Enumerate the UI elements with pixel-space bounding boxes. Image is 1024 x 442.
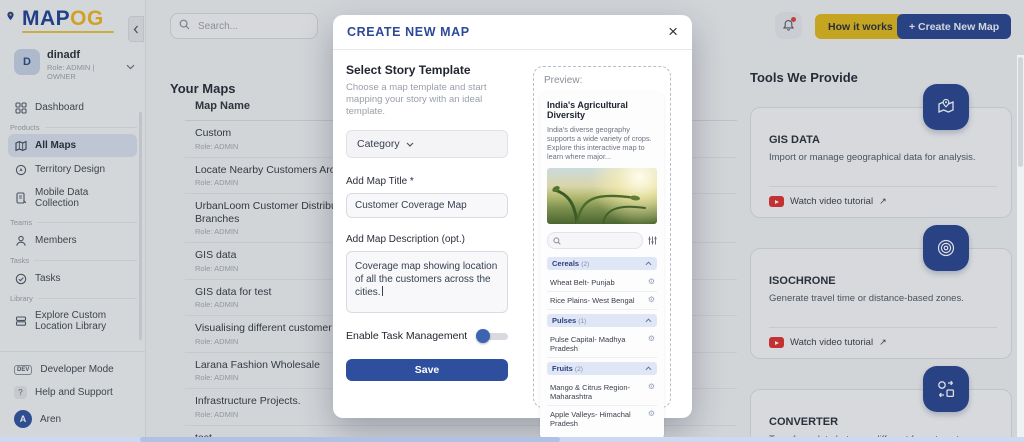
preview-list-item[interactable]: Apple Valleys- Himachal Pradesh ⚙ bbox=[547, 406, 657, 432]
preview-list-item[interactable]: Rice Plains- West Bengal ⚙ bbox=[547, 292, 657, 310]
text-caret bbox=[381, 286, 383, 296]
item-label: Wheat Belt- Punjab bbox=[550, 278, 615, 287]
save-button[interactable]: Save bbox=[346, 359, 508, 381]
search-icon bbox=[553, 236, 561, 245]
task-management-label: Enable Task Management bbox=[346, 330, 468, 342]
preview-list-item[interactable]: Pulse Capital- Madhya Pradesh ⚙ bbox=[547, 331, 657, 358]
item-label: Rice Plains- West Bengal bbox=[550, 296, 635, 305]
preview-search-row bbox=[547, 232, 657, 249]
section-name: Pulses (1) bbox=[552, 316, 587, 325]
preview-card-description: India's diverse geography supports a wid… bbox=[547, 125, 652, 161]
section-count: (1) bbox=[578, 318, 587, 325]
chevron-up-icon bbox=[645, 261, 652, 266]
map-description-input[interactable]: Coverage map showing location of all the… bbox=[346, 251, 508, 313]
preview-section-header-pulses[interactable]: Pulses (1) bbox=[547, 314, 657, 327]
map-description-label: Add Map Description (opt.) bbox=[346, 234, 465, 245]
preview-list-item[interactable]: Wheat Belt- Punjab ⚙ bbox=[547, 274, 657, 292]
section-name: Cereals (2) bbox=[552, 259, 590, 268]
preview-field-image bbox=[547, 168, 657, 224]
filter-sliders-icon[interactable] bbox=[648, 236, 657, 245]
horizontal-scrollbar-thumb[interactable] bbox=[140, 437, 560, 442]
category-select-value: Category bbox=[357, 138, 400, 150]
section-name: Fruits (2) bbox=[552, 364, 583, 373]
modal-title: CREATE NEW MAP bbox=[347, 25, 470, 39]
modal-header: CREATE NEW MAP × bbox=[333, 15, 692, 50]
preview-card-title: India's Agricultural Diversity bbox=[547, 100, 628, 120]
app-window: MAPOG D dinadf Role: ADMIN | OWNER Dashb… bbox=[0, 0, 1024, 442]
chevron-up-icon bbox=[645, 366, 652, 371]
preview-label: Preview: bbox=[544, 75, 583, 86]
gear-icon[interactable]: ⚙ bbox=[648, 410, 655, 418]
preview-sections: Cereals (2) Wheat Belt- Punjab ⚙ Rice Plain… bbox=[547, 257, 657, 432]
vertical-scrollbar[interactable] bbox=[1017, 55, 1024, 437]
preview-list-item[interactable]: Mango & Citrus Region- Maharashtra ⚙ bbox=[547, 379, 657, 406]
map-title-label: Add Map Title * bbox=[346, 176, 414, 187]
map-title-input[interactable] bbox=[346, 193, 508, 218]
modal-form: Select Story Template Choose a map templ… bbox=[346, 63, 508, 381]
preview-section-header-fruits[interactable]: Fruits (2) bbox=[547, 362, 657, 375]
preview-section-header-cereals[interactable]: Cereals (2) bbox=[547, 257, 657, 270]
gear-icon[interactable]: ⚙ bbox=[648, 335, 655, 343]
preview-search-input[interactable] bbox=[547, 232, 643, 249]
task-management-row: Enable Task Management bbox=[346, 329, 508, 343]
gear-icon[interactable]: ⚙ bbox=[648, 296, 655, 304]
chevron-down-icon bbox=[406, 142, 414, 147]
gear-icon[interactable]: ⚙ bbox=[648, 278, 655, 286]
chevron-up-icon bbox=[645, 318, 652, 323]
template-description: Choose a map template and start mapping … bbox=[346, 82, 487, 117]
category-select[interactable]: Category bbox=[346, 130, 508, 158]
item-label: Apple Valleys- Himachal Pradesh bbox=[550, 410, 631, 428]
close-icon[interactable]: × bbox=[668, 23, 678, 40]
section-count: (2) bbox=[581, 261, 590, 268]
item-label: Mango & Citrus Region- Maharashtra bbox=[550, 383, 631, 401]
toggle-knob bbox=[476, 329, 490, 343]
item-label: Pulse Capital- Madhya Pradesh bbox=[550, 335, 626, 353]
template-heading: Select Story Template bbox=[346, 63, 471, 77]
horizontal-scrollbar[interactable] bbox=[0, 437, 1024, 442]
task-management-toggle[interactable] bbox=[476, 329, 508, 343]
vertical-scrollbar-thumb[interactable] bbox=[1018, 57, 1023, 167]
template-preview-panel: Preview: India's Agricultural Diversity … bbox=[533, 66, 671, 440]
create-new-map-modal: CREATE NEW MAP × Select Story Template C… bbox=[333, 15, 692, 440]
preview-card: India's Agricultural Diversity India's d… bbox=[540, 92, 664, 440]
gear-icon[interactable]: ⚙ bbox=[648, 383, 655, 391]
section-count: (2) bbox=[574, 366, 583, 373]
